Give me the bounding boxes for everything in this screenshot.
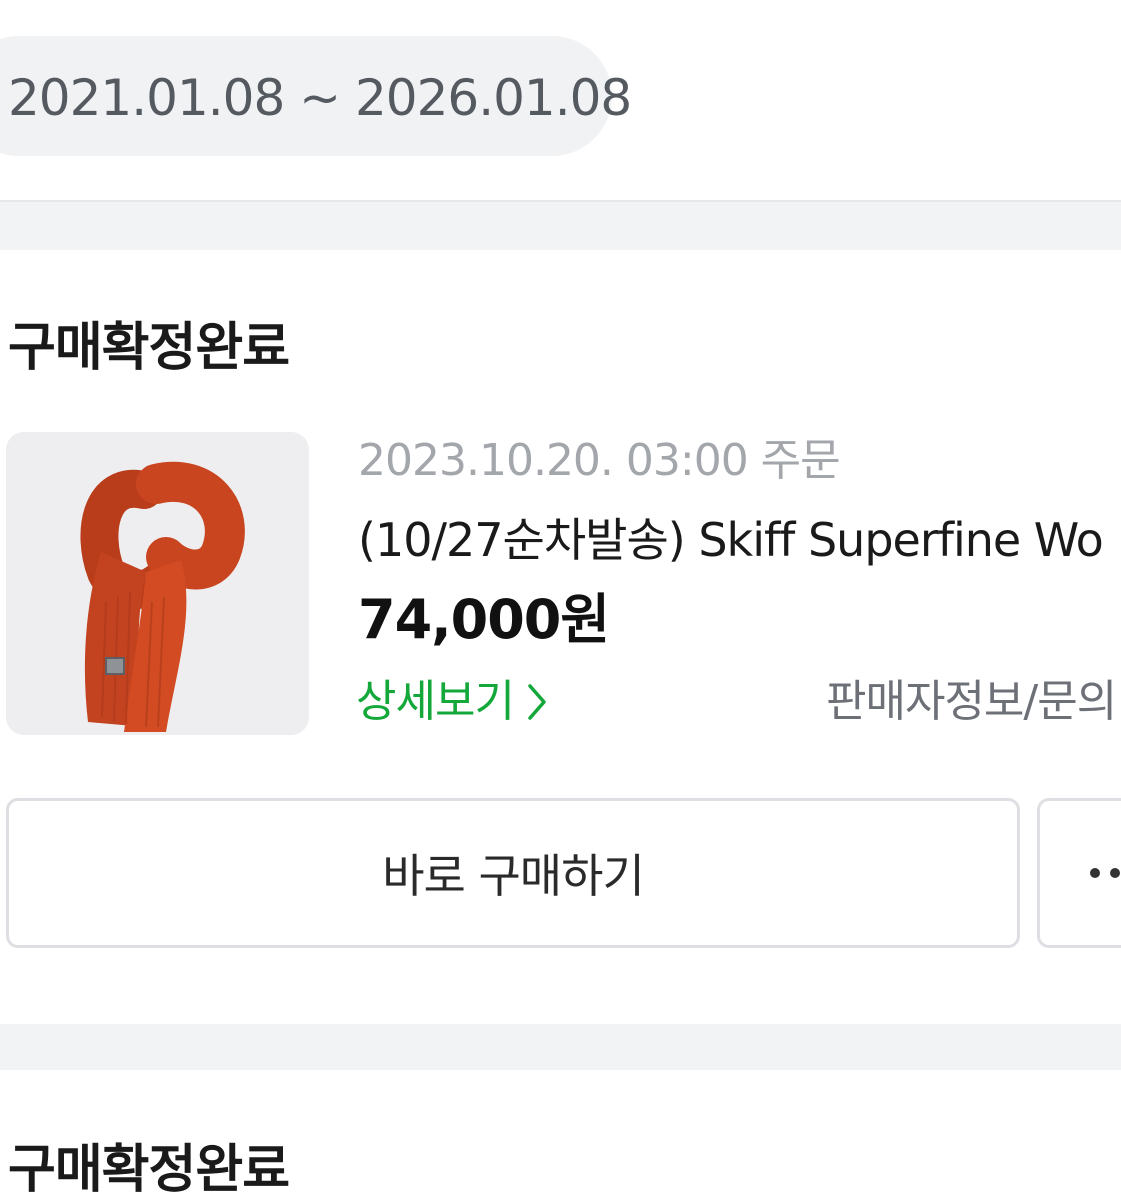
more-options-button[interactable] [1037, 798, 1121, 948]
order-history-page: 2021.01.08 ~ 2026.01.08 구매확정완료 2023.10.2… [0, 0, 1121, 1200]
order-datetime: 2023.10.20. 03:00 주문 [358, 435, 841, 486]
date-range-text: 2021.01.08 ~ 2026.01.08 [8, 69, 632, 127]
product-price: 74,000원 [358, 588, 610, 651]
buy-again-label: 바로 구매하기 [382, 849, 645, 903]
product-thumbnail[interactable] [6, 432, 309, 735]
section-divider [0, 1024, 1121, 1070]
buy-again-button[interactable]: 바로 구매하기 [6, 798, 1020, 948]
seller-info-link[interactable]: 판매자정보/문의 [826, 674, 1117, 730]
scarf-image-icon [6, 432, 309, 735]
product-name[interactable]: (10/27순차발송) Skiff Superfine Wo [358, 512, 1104, 568]
more-dots-icon [1090, 868, 1121, 878]
view-details-link[interactable]: 상세보기 [356, 674, 548, 730]
order-status-title: 구매확정완료 [8, 318, 290, 378]
section-divider [0, 200, 1121, 250]
view-details-label: 상세보기 [356, 676, 515, 727]
order-status-title: 구매확정완료 [8, 1140, 290, 1200]
chevron-right-icon [528, 684, 546, 720]
